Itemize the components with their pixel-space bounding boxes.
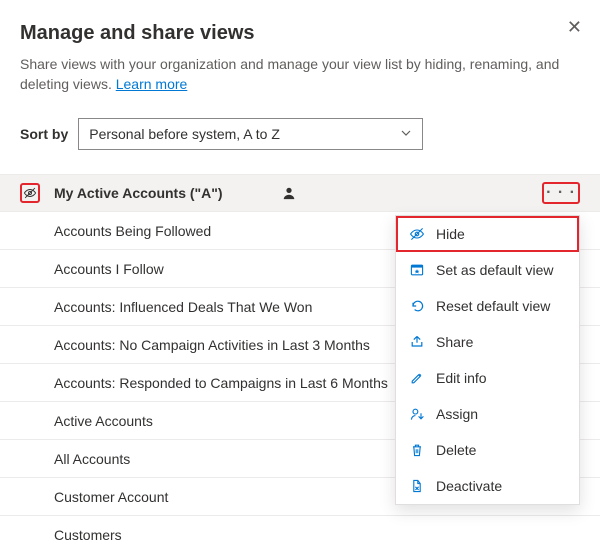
sort-row: Sort by Personal before system, A to Z [20, 118, 580, 150]
share-icon [408, 333, 426, 351]
context-menu: Hide Set as default view Reset default v… [395, 215, 580, 505]
delete-icon [408, 441, 426, 459]
menu-reset-default[interactable]: Reset default view [396, 288, 579, 324]
menu-deactivate[interactable]: Deactivate [396, 468, 579, 504]
sort-label: Sort by [20, 126, 68, 142]
menu-share[interactable]: Share [396, 324, 579, 360]
dialog-description: Share views with your organization and m… [20, 55, 560, 94]
edit-icon [408, 369, 426, 387]
menu-label: Deactivate [436, 478, 502, 494]
menu-edit-info[interactable]: Edit info [396, 360, 579, 396]
menu-label: Edit info [436, 370, 487, 386]
menu-hide[interactable]: Hide [396, 216, 579, 252]
hide-icon [408, 225, 426, 243]
sort-select[interactable]: Personal before system, A to Z [78, 118, 423, 150]
close-button[interactable]: ✕ [567, 18, 582, 36]
description-text: Share views with your organization and m… [20, 56, 559, 92]
default-view-icon [408, 261, 426, 279]
dialog-header: Manage and share views ✕ [20, 22, 580, 45]
menu-label: Assign [436, 406, 478, 422]
menu-label: Set as default view [436, 262, 554, 278]
view-name: My Active Accounts ("A") [54, 185, 272, 201]
menu-set-default[interactable]: Set as default view [396, 252, 579, 288]
more-actions-button[interactable]: · · · [542, 182, 580, 204]
menu-label: Reset default view [436, 298, 550, 314]
hide-icon[interactable] [20, 183, 40, 203]
menu-assign[interactable]: Assign [396, 396, 579, 432]
view-row-active[interactable]: My Active Accounts ("A") · · · [0, 174, 600, 212]
assign-icon [408, 405, 426, 423]
view-name: Customers [54, 527, 580, 543]
menu-label: Hide [436, 226, 465, 242]
learn-more-link[interactable]: Learn more [116, 76, 188, 92]
menu-label: Share [436, 334, 473, 350]
view-row[interactable]: Customers [0, 516, 600, 554]
menu-label: Delete [436, 442, 476, 458]
menu-delete[interactable]: Delete [396, 432, 579, 468]
undo-icon [408, 297, 426, 315]
deactivate-icon [408, 477, 426, 495]
chevron-down-icon [400, 126, 412, 142]
person-icon [282, 186, 296, 200]
sort-selected-value: Personal before system, A to Z [89, 126, 280, 142]
dialog-title: Manage and share views [20, 22, 580, 45]
